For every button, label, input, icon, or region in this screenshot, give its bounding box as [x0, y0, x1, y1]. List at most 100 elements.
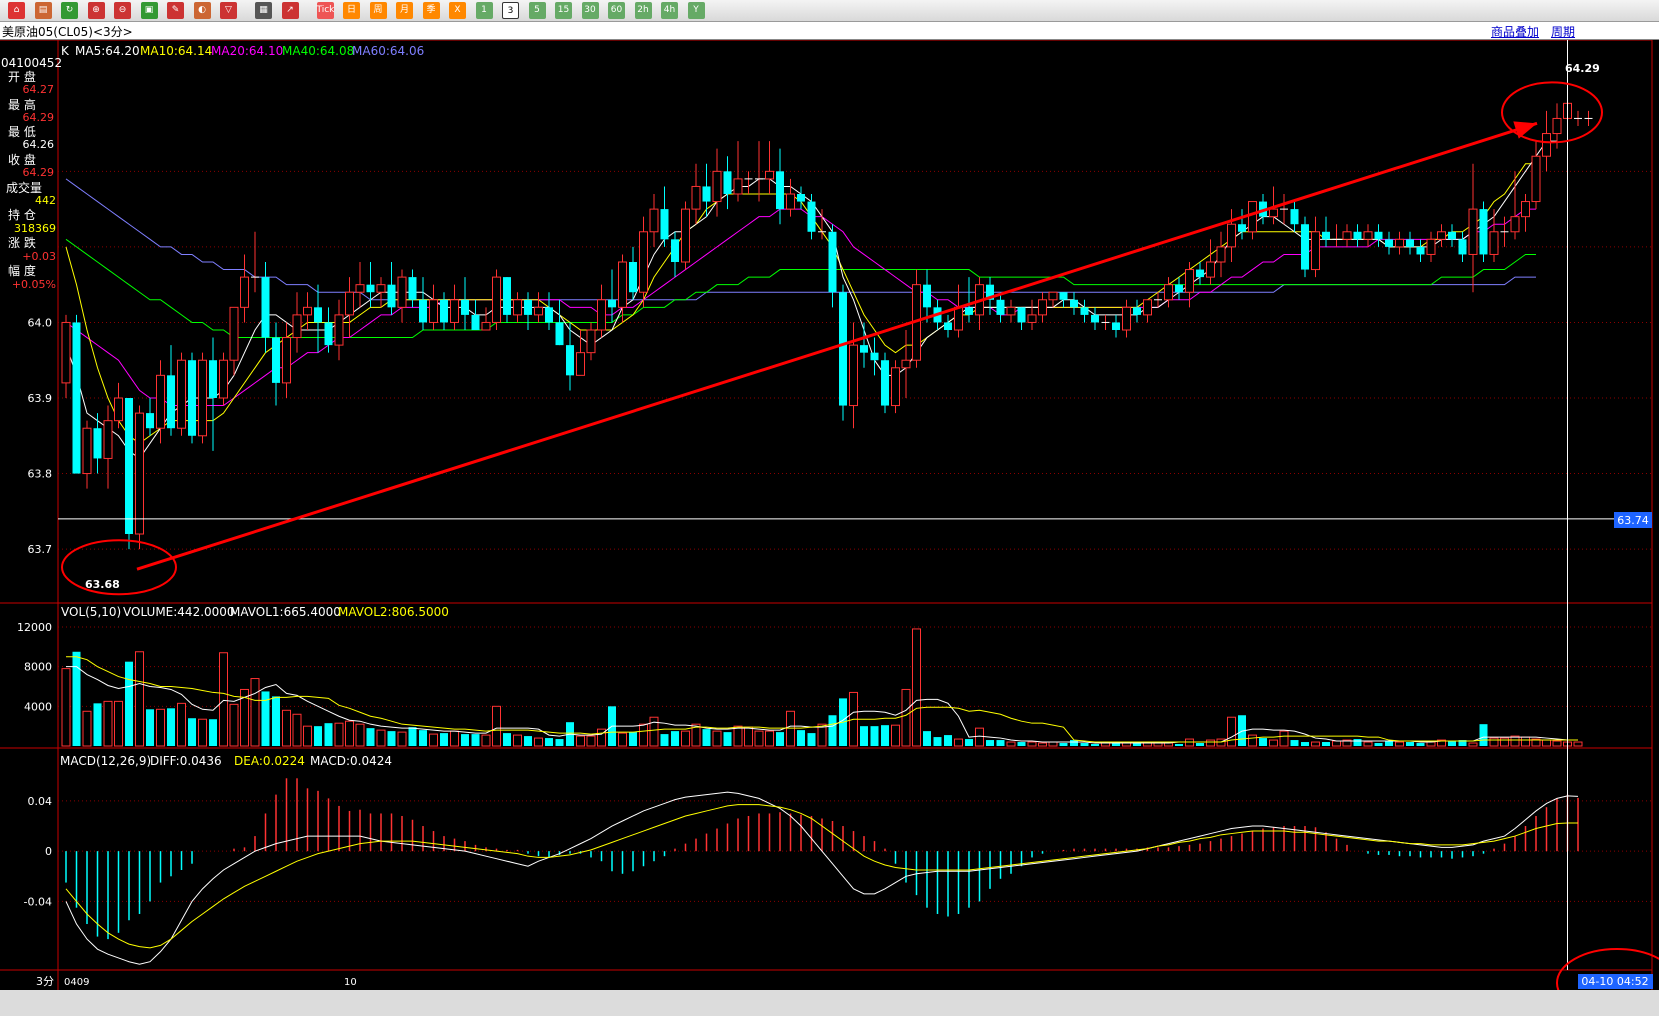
- volume-tick-label: 12000: [17, 621, 52, 634]
- candle-body-up: [712, 170, 722, 203]
- volume-bar-up: [1521, 736, 1530, 747]
- chart-area[interactable]: 64.063.963.863.712000800040000.040-0.04 …: [0, 40, 1659, 990]
- change-label: 涨 跌: [8, 235, 36, 250]
- volume-bar-up: [229, 703, 239, 747]
- filter-icon[interactable]: ▽: [220, 2, 237, 19]
- candle-body-up: [1185, 269, 1194, 293]
- legend-ma20: MA20:64.10: [211, 44, 283, 58]
- candle-body-down: [72, 322, 81, 474]
- candle-body-down: [503, 277, 511, 315]
- candle-body-down: [1112, 322, 1120, 330]
- volume-bar-up: [765, 730, 774, 747]
- volume-bar-down: [933, 737, 942, 746]
- volume-bar-up: [649, 716, 659, 747]
- period-button-Tick[interactable]: Tick: [316, 2, 334, 19]
- volume-bar-down: [167, 708, 175, 746]
- period-button-月[interactable]: 月: [396, 2, 413, 19]
- candle-body-up: [765, 170, 774, 180]
- volume-bar-down: [1479, 724, 1488, 746]
- volume-bar-up: [492, 705, 501, 747]
- low-price-label: 63.68: [85, 578, 120, 591]
- candle-body-down: [1458, 239, 1467, 255]
- macd-tick-label: -0.04: [24, 895, 52, 908]
- volume-bar-down: [1259, 738, 1267, 746]
- period-button-周[interactable]: 周: [369, 2, 387, 19]
- overlay-link[interactable]: 商品叠加: [1491, 23, 1539, 40]
- candle-body-up: [450, 299, 459, 323]
- candle-body-down: [1416, 246, 1425, 255]
- period-button-日[interactable]: 日: [343, 2, 360, 19]
- table-icon[interactable]: ▦: [255, 2, 272, 19]
- volume-bar-up: [114, 700, 123, 747]
- period-button-15[interactable]: 15: [555, 2, 572, 19]
- zoom-in-icon[interactable]: ⊕: [87, 2, 105, 19]
- volume-bar-down: [996, 740, 1005, 746]
- period-button-3[interactable]: 3: [502, 2, 519, 19]
- period-button-60[interactable]: 60: [608, 2, 625, 19]
- candle-body-down: [324, 322, 333, 346]
- period-button-Y[interactable]: Y: [687, 2, 705, 19]
- period-button-X[interactable]: X: [449, 2, 466, 19]
- candle-body-up: [198, 359, 207, 437]
- candle-body-up: [1311, 231, 1320, 271]
- period-button-季[interactable]: 季: [422, 2, 440, 19]
- volume-bar-down: [1385, 741, 1393, 746]
- volume-bar-up: [397, 731, 407, 747]
- legend-k: K: [61, 44, 70, 58]
- period-button-5[interactable]: 5: [528, 2, 546, 19]
- period-button-4h[interactable]: 4h: [661, 2, 678, 19]
- candle-body-down: [555, 322, 564, 346]
- volume-bar-up: [901, 688, 911, 747]
- period-button-1[interactable]: 1: [475, 2, 493, 19]
- trend-icon[interactable]: ↗: [281, 2, 299, 19]
- candle-body-up: [282, 337, 291, 384]
- volume-bar-down: [1301, 742, 1309, 746]
- candle-body-down: [366, 284, 375, 293]
- candle-body-up: [1206, 261, 1215, 278]
- volume-bar-down: [387, 731, 396, 746]
- volume-bar-down: [986, 740, 994, 746]
- pct-label: 幅 度: [8, 263, 36, 278]
- period-button-2h[interactable]: 2h: [634, 2, 652, 19]
- volume-bar-down: [923, 731, 931, 746]
- candle-body-down: [146, 413, 154, 429]
- zoom-out-icon[interactable]: ⊖: [114, 2, 131, 19]
- period-link[interactable]: 周期: [1551, 23, 1575, 40]
- candle-body-down: [1448, 231, 1456, 240]
- price-tick-label: 63.7: [28, 543, 53, 556]
- window-icon[interactable]: ▣: [140, 2, 158, 19]
- volume-bar-down: [1091, 744, 1099, 746]
- home-icon[interactable]: ⌂: [8, 2, 25, 19]
- volume-bar-up: [1248, 734, 1257, 747]
- high-value: 64.29: [23, 111, 55, 124]
- pen-icon[interactable]: ✎: [167, 2, 184, 19]
- volume-bar-down: [1017, 742, 1026, 746]
- candle-body-down: [471, 314, 480, 330]
- volume-bar-up: [576, 735, 585, 747]
- volume-bar-down: [272, 696, 280, 746]
- period-label: 3分: [36, 975, 54, 988]
- volume-bar-down: [944, 735, 952, 746]
- date-mid-label: 10: [344, 977, 357, 988]
- candle-body-down: [660, 209, 669, 240]
- volume-bar-up: [639, 723, 648, 747]
- candle-body-up: [639, 231, 648, 293]
- book-icon[interactable]: ▤: [34, 2, 52, 19]
- candle-body-up: [681, 208, 690, 263]
- volume-bar-down: [1322, 742, 1330, 746]
- candle-body-down: [566, 345, 574, 376]
- paint-icon[interactable]: ◐: [193, 2, 211, 19]
- refresh-icon[interactable]: ↻: [61, 2, 78, 19]
- candle-body-down: [1133, 307, 1141, 315]
- volume-bar-down: [671, 731, 679, 746]
- period-button-30[interactable]: 30: [581, 2, 599, 19]
- title-bar: 美原油05(CL05)<3分> 商品叠加 周期 ⇐⇒⇒: [0, 22, 1659, 59]
- volume-bar-down: [1059, 743, 1068, 746]
- volume-label: 成交量: [6, 180, 42, 195]
- candle-body-down: [93, 428, 102, 459]
- candle-body-down: [923, 284, 931, 308]
- volume-bar-up: [1269, 739, 1278, 747]
- volume-bar-up: [1489, 737, 1499, 747]
- volume-bar-down: [72, 651, 81, 746]
- candle-body-up: [1122, 306, 1131, 331]
